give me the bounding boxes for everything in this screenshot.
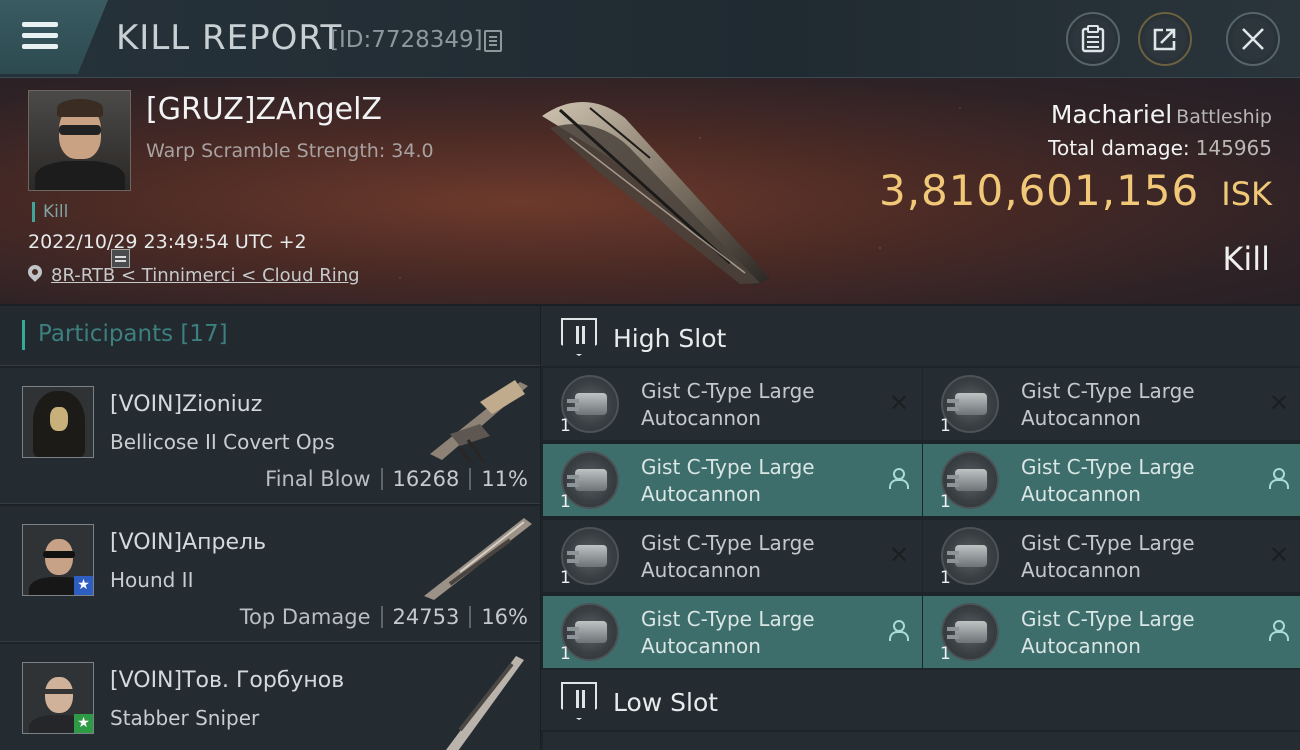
module-name: Gist C-Type Large Autocannon bbox=[1021, 531, 1195, 582]
low-slot-header: Low Slot bbox=[541, 670, 1300, 730]
participant-ship: Stabber Sniper bbox=[110, 706, 260, 730]
total-damage-label: Total damage: bbox=[1048, 136, 1190, 160]
kill-timestamp: 2022/10/29 23:49:54 UTC +2 bbox=[28, 231, 307, 253]
participant-avatar[interactable] bbox=[22, 386, 94, 458]
total-damage: Total damage: 145965 bbox=[1048, 136, 1272, 160]
ship-class: Battleship bbox=[1176, 106, 1272, 128]
participant-stats: Top Damage 24753 16% bbox=[240, 605, 528, 629]
module-item[interactable]: 1 Gist C-Type Large Autocannon ✕ bbox=[543, 520, 922, 592]
total-damage-value: 145965 bbox=[1195, 136, 1272, 160]
participant-percent: 16% bbox=[481, 605, 528, 629]
location-link[interactable]: 8R-RTB < Tinnimerci < Cloud Ring bbox=[51, 265, 360, 286]
star-badge-icon: ★ bbox=[74, 576, 93, 595]
module-name: Gist C-Type Large Autocannon bbox=[1021, 607, 1195, 658]
module-quantity: 1 bbox=[560, 492, 571, 512]
low-slot-title: Low Slot bbox=[613, 688, 719, 717]
participant-ship: Bellicose II Covert Ops bbox=[110, 430, 335, 454]
module-item[interactable]: 1 Gist C-Type Large Autocannon ✕ bbox=[923, 520, 1300, 592]
module-name: Gist C-Type Large Autocannon bbox=[641, 607, 815, 658]
share-button[interactable] bbox=[1138, 12, 1192, 66]
module-quantity: 1 bbox=[560, 568, 571, 588]
dropped-person-icon bbox=[1268, 468, 1290, 490]
destroyed-icon: ✕ bbox=[1268, 541, 1290, 569]
participant-ship-image bbox=[445, 656, 524, 750]
module-name: Gist C-Type Large Autocannon bbox=[641, 455, 815, 506]
ship-name[interactable]: Machariel bbox=[1051, 100, 1172, 129]
module-item[interactable]: 1 Gist C-Type Large Autocannon ✕ bbox=[923, 368, 1300, 440]
page-title: KILL REPORT bbox=[116, 18, 343, 58]
dropped-person-icon bbox=[888, 620, 910, 642]
hamburger-menu-icon[interactable] bbox=[22, 22, 58, 50]
top-bar: KILL REPORT [ID:7728349] bbox=[0, 0, 1300, 78]
module-item[interactable]: 1 Gist C-Type Large Autocannon bbox=[543, 444, 922, 516]
destroyed-icon: ✕ bbox=[888, 541, 910, 569]
participant-role: Final Blow bbox=[265, 467, 371, 491]
star-badge-icon: ★ bbox=[74, 714, 93, 733]
victim-ship: Machariel Battleship bbox=[1051, 100, 1272, 129]
clipboard-button[interactable] bbox=[1066, 12, 1120, 66]
participant-ship: Hound II bbox=[110, 568, 194, 592]
high-slot-title: High Slot bbox=[613, 324, 727, 353]
module-name: Gist C-Type Large Autocannon bbox=[1021, 455, 1195, 506]
participant-avatar[interactable]: ★ bbox=[22, 524, 94, 596]
victim-ship-image bbox=[542, 101, 770, 287]
module-quantity: 1 bbox=[560, 644, 571, 664]
participant-ship-image bbox=[430, 380, 528, 463]
isk-value: 3,810,601,156 bbox=[878, 166, 1200, 215]
participant-name[interactable]: [VOIN]Апрель bbox=[110, 530, 266, 555]
module-quantity: 1 bbox=[940, 416, 951, 436]
isk-loss: 3,810,601,156 ISK bbox=[879, 166, 1272, 215]
participants-panel: Participants [17] [VOIN]Zioniuz Bellicos… bbox=[0, 306, 540, 750]
module-quantity: 1 bbox=[940, 644, 951, 664]
module-quantity: 1 bbox=[940, 568, 951, 588]
participant-damage: 16268 bbox=[392, 467, 460, 491]
menu-button[interactable] bbox=[0, 0, 108, 74]
module-item[interactable]: 1 Gist C-Type Large Autocannon ✕ bbox=[543, 368, 922, 440]
participant-row[interactable]: ★ [VOIN]Апрель Hound II Top Damage 24753… bbox=[0, 506, 540, 642]
section-accent-bar bbox=[22, 320, 25, 350]
high-slot-icon bbox=[561, 318, 597, 356]
close-button[interactable] bbox=[1226, 12, 1280, 66]
module-quantity: 1 bbox=[940, 492, 951, 512]
low-slot-row-partial[interactable] bbox=[543, 732, 1300, 750]
participant-row[interactable]: [VOIN]Zioniuz Bellicose II Covert Ops Fi… bbox=[0, 368, 540, 504]
participants-header: Participants [17] bbox=[0, 306, 540, 366]
victim-subtitle: Warp Scramble Strength: 34.0 bbox=[146, 140, 434, 162]
clipboard-icon bbox=[1081, 25, 1105, 53]
result-label: Kill bbox=[1222, 240, 1270, 278]
close-icon bbox=[1242, 28, 1264, 50]
victim-avatar[interactable] bbox=[28, 90, 131, 191]
participant-name[interactable]: [VOIN]Тов. Горбунов bbox=[110, 668, 344, 693]
fittings-panel: High Slot 1 Gist C-Type Large Autocannon … bbox=[541, 306, 1300, 750]
destroyed-icon: ✕ bbox=[1268, 389, 1290, 417]
dropped-person-icon bbox=[1268, 620, 1290, 642]
module-name: Gist C-Type Large Autocannon bbox=[1021, 379, 1195, 430]
module-name: Gist C-Type Large Autocannon bbox=[641, 379, 815, 430]
kill-tag: Kill bbox=[32, 202, 68, 222]
victim-banner: [GRUZ]ZAngelZ Warp Scramble Strength: 34… bbox=[0, 78, 1300, 304]
participant-name[interactable]: [VOIN]Zioniuz bbox=[110, 392, 262, 417]
dropped-person-icon bbox=[888, 468, 910, 490]
module-item[interactable]: 1 Gist C-Type Large Autocannon bbox=[923, 444, 1300, 516]
share-icon bbox=[1153, 28, 1176, 51]
participant-percent: 11% bbox=[481, 467, 528, 491]
participant-row[interactable]: ★ [VOIN]Тов. Горбунов Stabber Sniper bbox=[0, 644, 540, 750]
victim-name[interactable]: [GRUZ]ZAngelZ bbox=[146, 92, 382, 127]
module-item[interactable]: 1 Gist C-Type Large Autocannon bbox=[923, 596, 1300, 668]
destroyed-icon: ✕ bbox=[888, 389, 910, 417]
module-quantity: 1 bbox=[560, 416, 571, 436]
low-slot-icon bbox=[561, 682, 597, 720]
participants-title: Participants [17] bbox=[38, 321, 228, 347]
module-name: Gist C-Type Large Autocannon bbox=[641, 531, 815, 582]
module-item[interactable]: 1 Gist C-Type Large Autocannon bbox=[543, 596, 922, 668]
participant-damage: 24753 bbox=[392, 605, 460, 629]
copy-icon[interactable] bbox=[484, 30, 502, 52]
report-id: [ID:7728349] bbox=[330, 27, 483, 53]
participant-stats: Final Blow 16268 11% bbox=[265, 467, 528, 491]
participant-avatar[interactable]: ★ bbox=[22, 662, 94, 734]
isk-unit: ISK bbox=[1221, 175, 1272, 213]
participant-role: Top Damage bbox=[239, 605, 371, 629]
high-slot-header: High Slot bbox=[541, 306, 1300, 366]
participant-ship-image bbox=[424, 518, 532, 600]
